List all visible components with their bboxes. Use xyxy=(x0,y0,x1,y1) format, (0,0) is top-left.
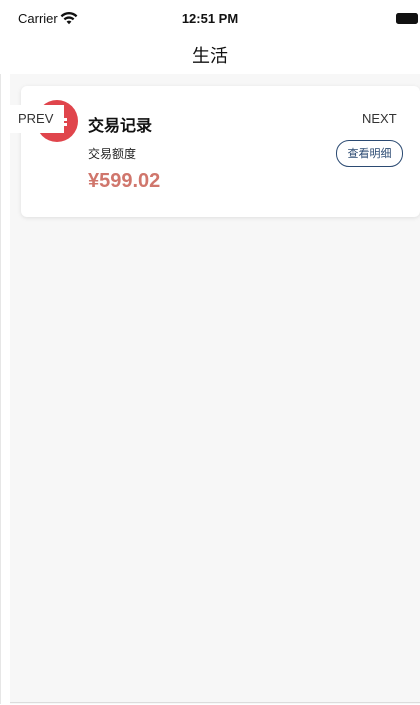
card-title: 交易记录 xyxy=(88,116,153,135)
amount-value: ¥599.02 xyxy=(88,170,161,192)
prev-button[interactable]: PREV xyxy=(7,105,65,133)
left-divider xyxy=(0,74,1,704)
app-screen: Carrier 12:51 PM 生活 PREV NEXT 交易记录 交易额度 … xyxy=(0,0,420,705)
navigation-bar: 生活 xyxy=(0,36,420,72)
battery-icon xyxy=(396,13,418,24)
amount-label: 交易额度 xyxy=(88,147,137,161)
page-title: 生活 xyxy=(192,46,228,67)
status-bar: Carrier 12:51 PM xyxy=(0,0,420,36)
bottom-divider xyxy=(10,702,420,703)
next-button[interactable]: NEXT xyxy=(362,105,397,133)
clock-time: 12:51 PM xyxy=(181,11,239,26)
view-details-button[interactable]: 查看明细 xyxy=(336,140,403,167)
